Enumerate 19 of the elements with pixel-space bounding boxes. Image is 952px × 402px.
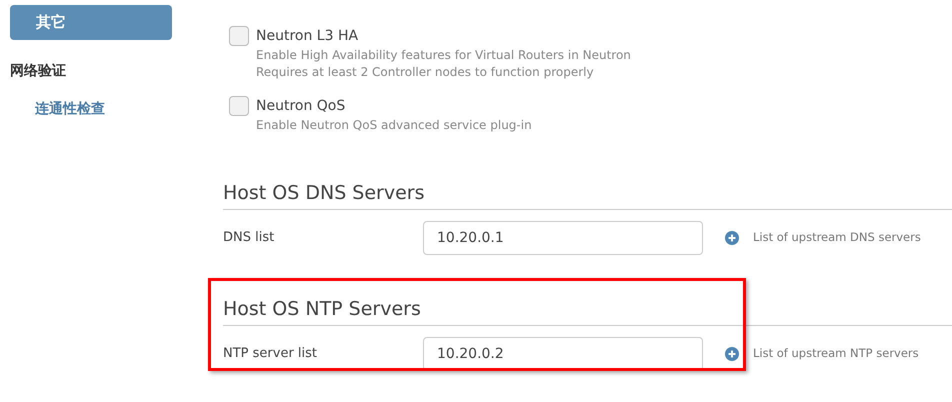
add-icon[interactable] bbox=[725, 347, 739, 361]
add-icon[interactable] bbox=[725, 231, 739, 245]
text-field[interactable]: 10.20.0.1 bbox=[423, 221, 703, 255]
section-title: Host OS NTP Servers bbox=[222, 297, 422, 322]
option-description: Enable High Availability features for Virtual Routers in Neutron bbox=[256, 47, 631, 64]
sidebar-link[interactable]: 连通性检查 bbox=[35, 99, 105, 120]
field-help: List of upstream DNS servers bbox=[753, 229, 921, 246]
option-description: Enable Neutron QoS advanced service plug-in bbox=[256, 117, 532, 134]
option-label: Neutron QoS bbox=[256, 97, 346, 116]
checkbox[interactable] bbox=[229, 26, 249, 46]
option-label: Neutron L3 HA bbox=[256, 27, 360, 46]
field-label: DNS list bbox=[223, 229, 276, 248]
field-help: List of upstream NTP servers bbox=[753, 345, 919, 362]
section-title: Host OS DNS Servers bbox=[222, 181, 426, 206]
sidebar-item[interactable]: 其它 bbox=[10, 5, 172, 40]
sidebar-group-title: 网络验证 bbox=[10, 62, 67, 81]
option-description: Requires at least 2 Controller nodes to function properly bbox=[256, 64, 595, 81]
field-label: NTP server list bbox=[223, 345, 318, 364]
checkbox[interactable] bbox=[229, 96, 249, 116]
